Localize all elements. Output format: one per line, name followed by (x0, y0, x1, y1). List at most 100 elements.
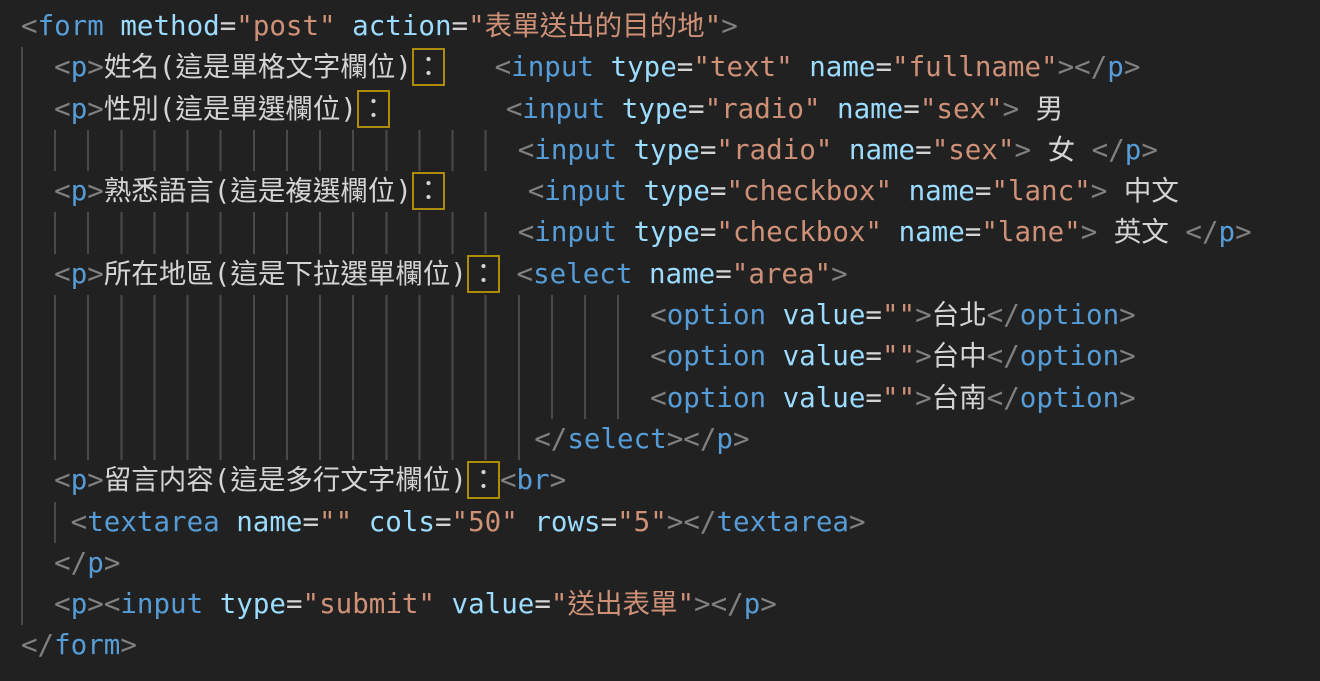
code-line-7: <p>所在地區(這是下拉選單欄位)： <select name="area"> (21, 254, 1320, 295)
syntax-equals: = (286, 588, 303, 620)
code-line-16: </form> (21, 625, 1320, 666)
indent-guides (21, 171, 54, 212)
syntax-punctuation: < (650, 382, 667, 414)
syntax-punctuation: > (831, 258, 848, 290)
code-text: 台北 (932, 299, 987, 331)
syntax-attribute-value: "sex" (920, 93, 1003, 125)
syntax-tag-name: br (517, 464, 550, 496)
code-text: 台中 (932, 340, 987, 372)
syntax-punctuation: < (650, 340, 667, 372)
syntax-attribute-name: rows (534, 506, 600, 538)
syntax-punctuation: < (21, 10, 38, 42)
syntax-tag-name: input (522, 93, 605, 125)
syntax-tag-name: form (38, 10, 104, 42)
syntax-equals: = (677, 51, 694, 83)
syntax-attribute-value: "" (882, 382, 915, 414)
syntax-punctuation: > (721, 10, 738, 42)
code-text (766, 340, 783, 372)
syntax-tag-name: p (71, 464, 88, 496)
syntax-punctuation: > (1141, 134, 1158, 166)
code-text (445, 51, 495, 83)
syntax-punctuation: > (1091, 175, 1108, 207)
syntax-equals: = (715, 258, 732, 290)
syntax-punctuation: < (71, 506, 88, 538)
indent-guides (21, 212, 518, 253)
syntax-attribute-value: "5" (617, 506, 667, 538)
syntax-tag-name: option (667, 382, 766, 414)
code-text (352, 506, 369, 538)
syntax-attribute-value: "radio" (705, 93, 821, 125)
code-line-2: <p>姓名(這是單格文字欄位)： <input type="text" name… (21, 47, 1320, 88)
syntax-attribute-value: "checkbox" (716, 216, 882, 248)
syntax-punctuation: > (1081, 216, 1098, 248)
syntax-punctuation: > (87, 258, 104, 290)
code-text (445, 175, 528, 207)
syntax-equals: = (965, 216, 982, 248)
syntax-punctuation: > (1119, 340, 1136, 372)
syntax-attribute-value: "text" (693, 51, 792, 83)
syntax-punctuation: < (54, 93, 71, 125)
syntax-attribute-value: "lanc" (991, 175, 1090, 207)
syntax-attribute-value: "送出表單" (551, 588, 694, 620)
syntax-punctuation: </ (683, 506, 716, 538)
indent-guides (21, 254, 54, 295)
syntax-punctuation: </ (21, 629, 54, 661)
syntax-punctuation: </ (987, 382, 1020, 414)
code-text: 性別(這是單選欄位) (104, 93, 357, 125)
syntax-attribute-value: "50" (452, 506, 518, 538)
syntax-punctuation: > (733, 423, 750, 455)
syntax-attribute-name: type (622, 93, 688, 125)
syntax-tag-name: p (1125, 134, 1142, 166)
code-line-15: <p><input type="submit" value="送出表單"></p… (21, 584, 1320, 625)
syntax-tag-name: option (667, 299, 766, 331)
syntax-equals: = (875, 51, 892, 83)
indent-guides (21, 543, 54, 584)
code-line-4: <input type="radio" name="sex"> 女 </p> (21, 130, 1320, 171)
code-text (793, 51, 810, 83)
indent-guides (21, 295, 650, 336)
syntax-punctuation: > (87, 51, 104, 83)
syntax-punctuation: </ (54, 547, 87, 579)
code-editor[interactable]: <form method="post" action="表單送出的目的地"> <… (0, 0, 1320, 681)
syntax-punctuation: </ (1185, 216, 1218, 248)
unicode-highlight-colon: ： (467, 461, 500, 499)
syntax-attribute-value: "sex" (932, 134, 1015, 166)
syntax-equals: = (601, 506, 618, 538)
syntax-punctuation: < (518, 216, 535, 248)
code-text: 台南 (932, 382, 987, 414)
syntax-punctuation: > (1235, 216, 1252, 248)
code-line-6: <input type="checkbox" name="lane"> 英文 <… (21, 212, 1320, 253)
syntax-punctuation: > (667, 423, 684, 455)
code-text (203, 588, 220, 620)
indent-guides (21, 47, 54, 88)
syntax-attribute-name: method (120, 10, 219, 42)
code-line-1: <form method="post" action="表單送出的目的地"> (21, 6, 1320, 47)
syntax-tag-name: input (534, 216, 617, 248)
unicode-highlight-colon: ： (357, 90, 390, 128)
syntax-punctuation: > (1119, 382, 1136, 414)
syntax-tag-name: p (71, 175, 88, 207)
syntax-attribute-value: "" (882, 299, 915, 331)
syntax-equals: = (452, 10, 469, 42)
syntax-attribute-value: "" (882, 340, 915, 372)
syntax-attribute-name: name (849, 134, 915, 166)
code-line-9: <option value="">台中</option> (21, 336, 1320, 377)
code-text (390, 93, 506, 125)
syntax-punctuation: > (694, 588, 711, 620)
syntax-equals: = (710, 175, 727, 207)
indent-guides (21, 502, 71, 543)
syntax-attribute-name: type (220, 588, 286, 620)
syntax-equals: = (865, 382, 882, 414)
syntax-punctuation: > (87, 464, 104, 496)
code-text (632, 258, 649, 290)
syntax-attribute-value: "post" (236, 10, 335, 42)
syntax-punctuation: > (550, 464, 567, 496)
unicode-highlight-colon: ： (412, 172, 445, 210)
syntax-punctuation: </ (1074, 51, 1107, 83)
syntax-tag-name: input (534, 134, 617, 166)
indent-guides (21, 378, 650, 419)
code-text (518, 506, 535, 538)
indent-guides (21, 584, 54, 625)
code-text (832, 134, 849, 166)
syntax-punctuation: </ (683, 423, 716, 455)
